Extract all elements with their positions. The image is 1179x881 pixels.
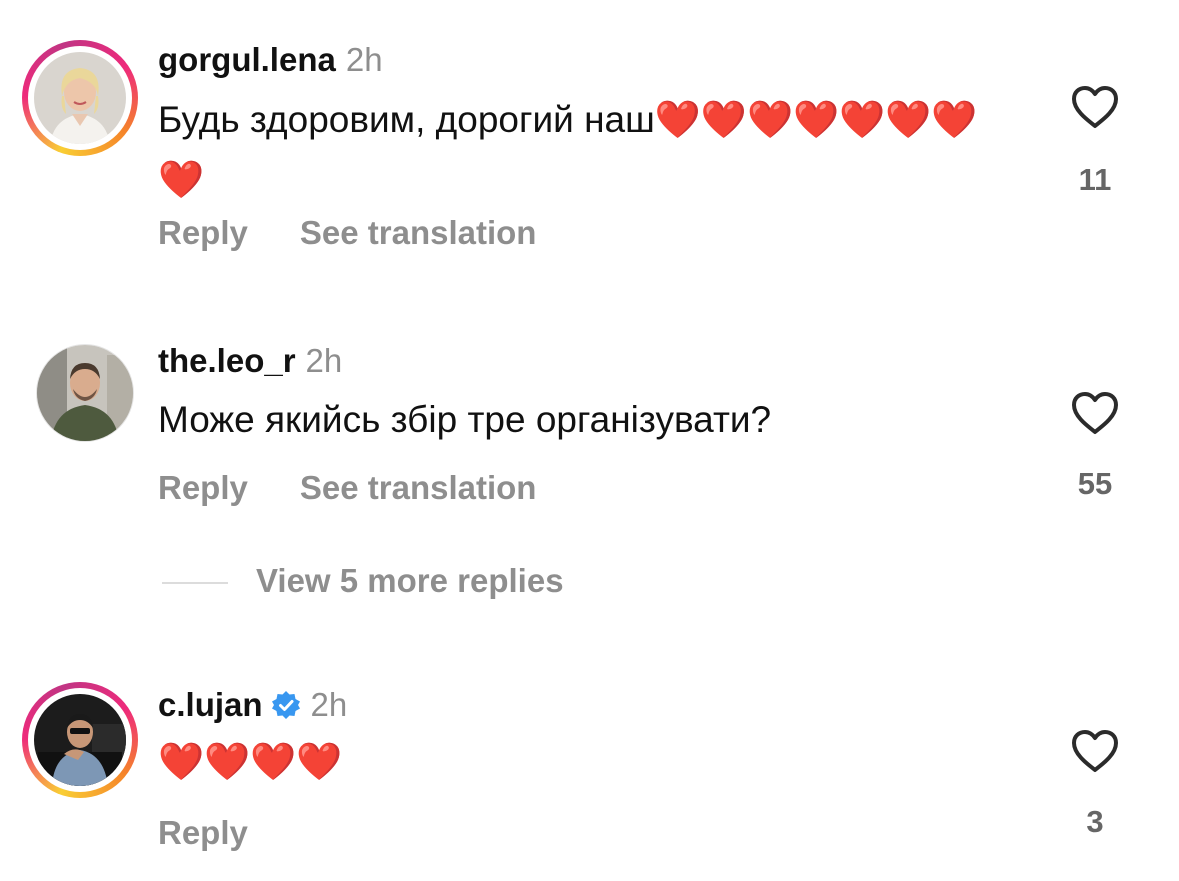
- replies-divider: [162, 582, 228, 585]
- comment-header: gorgul.lena 2h: [158, 40, 383, 80]
- see-translation-button[interactable]: See translation: [300, 469, 537, 506]
- avatar-with-story-ring[interactable]: [22, 682, 138, 798]
- comment-actions: Reply: [158, 814, 248, 852]
- username[interactable]: c.lujan: [158, 686, 263, 723]
- reply-button[interactable]: Reply: [158, 214, 248, 251]
- reply-button[interactable]: Reply: [158, 814, 248, 851]
- comment-text: ❤️❤️❤️❤️: [158, 741, 343, 782]
- see-translation-button[interactable]: See translation: [300, 214, 537, 251]
- like-count: 11: [1078, 162, 1112, 197]
- like-button[interactable]: [1070, 390, 1120, 436]
- heart-outline-icon: [1072, 86, 1118, 128]
- view-more-replies-label: View 5 more replies: [256, 562, 564, 599]
- like-count: 3: [1086, 804, 1104, 839]
- heart-outline-icon: [1072, 730, 1118, 772]
- username[interactable]: the.leo_r: [158, 342, 296, 379]
- avatar: [34, 694, 126, 786]
- comment-text: Будь здоровим, дорогий наш❤️❤️❤️❤️❤️❤️❤️…: [158, 99, 978, 200]
- comment-time: 2h: [310, 686, 348, 723]
- verified-badge-icon: [271, 691, 300, 719]
- like-button[interactable]: [1070, 84, 1120, 130]
- comment-actions: Reply See translation: [158, 214, 536, 252]
- comment-time: 2h: [345, 41, 383, 78]
- avatar: [36, 344, 134, 442]
- avatar-wrapper[interactable]: [22, 330, 138, 446]
- comment-header: the.leo_r 2h: [158, 341, 342, 381]
- like-count: 55: [1077, 466, 1113, 501]
- heart-outline-icon: [1072, 392, 1118, 434]
- reply-button[interactable]: Reply: [158, 469, 248, 506]
- view-more-replies-button[interactable]: View 5 more replies: [162, 562, 564, 602]
- comment-actions: Reply See translation: [158, 469, 536, 507]
- avatar-with-story-ring[interactable]: [22, 40, 138, 156]
- avatar: [34, 52, 126, 144]
- comment-time: 2h: [305, 342, 343, 379]
- comment-header: c.lujan 2h: [158, 685, 347, 725]
- username[interactable]: gorgul.lena: [158, 41, 336, 78]
- comment-text: Може якийсь збір тре організувати?: [158, 399, 772, 440]
- like-button[interactable]: [1070, 728, 1120, 774]
